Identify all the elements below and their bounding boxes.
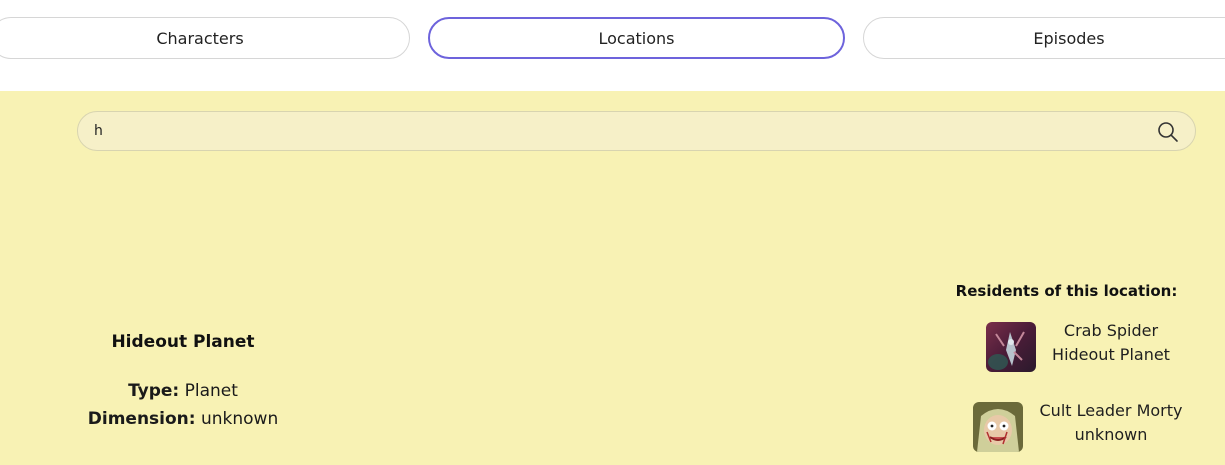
resident-location: unknown [1074,425,1148,444]
tab-episodes-label: Episodes [1033,28,1105,48]
tab-locations-label: Locations [598,28,675,48]
location-dimension-row: Dimension: unknown [73,405,293,433]
location-dimension-value: unknown [200,409,279,429]
location-type-row: Type: Planet [73,377,293,405]
resident-name: Cult Leader Morty [1039,401,1183,420]
search-bar [77,111,1196,151]
resident-name: Crab Spider [1063,321,1159,340]
resident-item[interactable]: Cult Leader Morty unknown [960,399,1200,452]
search-input[interactable] [94,112,1134,150]
tab-episodes[interactable]: Episodes [863,17,1225,59]
location-panel: Hideout Planet Type: Planet Dimension: u… [0,91,1225,465]
location-type-value: Planet [184,381,238,401]
avatar [973,402,1023,452]
location-name: Hideout Planet [111,332,255,352]
resident-location: Hideout Planet [1052,345,1170,364]
location-details: Type: Planet Dimension: unknown [73,377,293,433]
resident-info: Crab Spider Hideout Planet [1040,319,1182,367]
search-icon[interactable] [1157,121,1179,143]
location-dimension-label: Dimension: [87,409,196,429]
app-page: Characters Locations Episodes Hideout Pl… [0,0,1225,465]
residents-title: Residents of this location: [955,282,1178,300]
resident-item[interactable]: Crab Spider Hideout Planet [960,319,1200,372]
tab-characters-label: Characters [156,28,244,48]
avatar [986,322,1036,372]
tab-characters[interactable]: Characters [0,17,410,59]
tab-locations[interactable]: Locations [428,17,845,59]
location-type-label: Type: [128,381,180,401]
tab-bar: Characters Locations Episodes [0,0,1225,91]
resident-info: Cult Leader Morty unknown [1030,399,1192,447]
